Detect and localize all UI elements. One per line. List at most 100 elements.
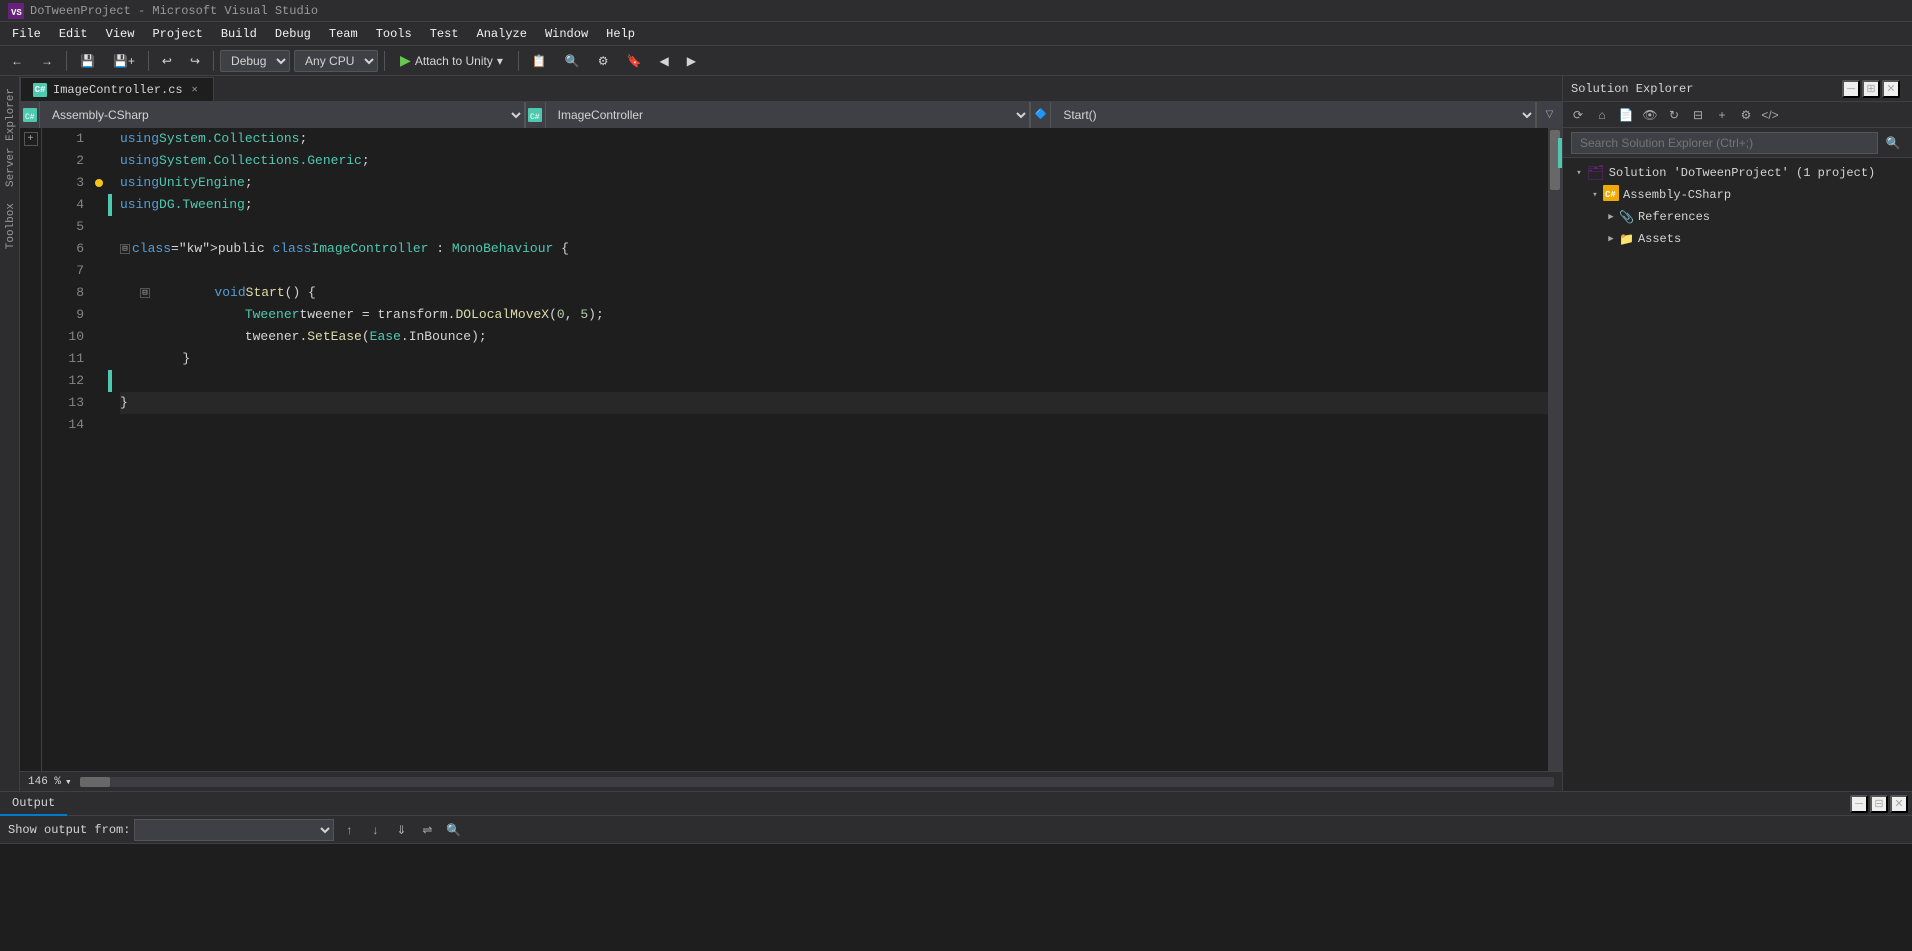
- code-line-12[interactable]: [120, 370, 1548, 392]
- menu-project[interactable]: Project: [144, 25, 210, 43]
- se-sync-button[interactable]: ⟳: [1567, 104, 1589, 126]
- expand-all-button[interactable]: +: [24, 132, 38, 146]
- forward-button[interactable]: →: [34, 51, 60, 71]
- code-line-3[interactable]: using UnityEngine;: [120, 172, 1548, 194]
- toolbox-tab[interactable]: Toolbox: [0, 195, 21, 257]
- tree-arrow-2[interactable]: ▶: [1603, 212, 1619, 222]
- toolbar-btn-9[interactable]: 🔖: [620, 51, 649, 71]
- build-config-dropdown[interactable]: Debug: [220, 50, 290, 72]
- menu-team[interactable]: Team: [321, 25, 366, 43]
- se-new-sol-explorer-button[interactable]: +: [1711, 104, 1733, 126]
- attach-dropdown-arrow: ▾: [497, 54, 503, 68]
- toolbar-btn-6[interactable]: 📋: [525, 51, 554, 71]
- code-line-9[interactable]: Tweener tweener = transform.DOLocalMoveX…: [120, 304, 1548, 326]
- nav-icon-left: C#: [20, 102, 40, 128]
- line-number-6: 6: [50, 238, 84, 260]
- tree-arrow-0[interactable]: ▾: [1571, 168, 1587, 178]
- se-pin-button[interactable]: ─: [1842, 80, 1860, 98]
- menu-edit[interactable]: Edit: [51, 25, 96, 43]
- tree-item-1[interactable]: ▾ C# Assembly-CSharp: [1563, 184, 1912, 206]
- tab-cs-icon: C#: [33, 83, 47, 97]
- code-line-4[interactable]: using DG.Tweening;: [120, 194, 1548, 216]
- menu-window[interactable]: Window: [537, 25, 596, 43]
- output-find-button[interactable]: 🔍: [442, 819, 464, 841]
- tree-arrow-3[interactable]: ▶: [1603, 234, 1619, 244]
- menu-build[interactable]: Build: [213, 25, 265, 43]
- separator-1: [66, 51, 67, 71]
- gutter-row-12: [92, 370, 112, 392]
- toolbar-btn-7[interactable]: 🔍: [558, 51, 587, 71]
- se-close-button[interactable]: ✕: [1882, 80, 1900, 98]
- code-line-11[interactable]: }: [120, 348, 1548, 370]
- method-dropdown[interactable]: Start(): [1051, 102, 1536, 128]
- output-clear-button[interactable]: ↑: [338, 819, 360, 841]
- se-show-all-button[interactable]: 👁: [1639, 104, 1661, 126]
- code-content-area[interactable]: using System.Collections;using System.Co…: [112, 128, 1548, 771]
- horizontal-scrollbar[interactable]: [80, 777, 1554, 787]
- output-scroll-end-button[interactable]: ⇓: [390, 819, 412, 841]
- separator-4: [384, 51, 385, 71]
- zoom-dropdown-arrow[interactable]: ▾: [65, 775, 72, 789]
- se-props-button[interactable]: 📄: [1615, 104, 1637, 126]
- references-icon: 📎: [1619, 210, 1634, 225]
- menu-help[interactable]: Help: [598, 25, 643, 43]
- se-settings-button[interactable]: ⚙: [1735, 104, 1757, 126]
- save-button[interactable]: 💾: [73, 51, 102, 71]
- platform-dropdown[interactable]: Any CPU: [294, 50, 378, 72]
- tab-close-button[interactable]: ✕: [189, 83, 201, 97]
- menu-analyze[interactable]: Analyze: [469, 25, 535, 43]
- se-search-button[interactable]: 🔍: [1882, 132, 1904, 154]
- output-float-button[interactable]: ⊟: [1870, 795, 1888, 813]
- code-line-6[interactable]: ⊟class="kw">public class ImageController…: [120, 238, 1548, 260]
- menu-file[interactable]: File: [4, 25, 49, 43]
- menu-view[interactable]: View: [98, 25, 143, 43]
- vertical-scrollbar[interactable]: [1548, 128, 1562, 771]
- menu-tools[interactable]: Tools: [368, 25, 420, 43]
- tree-item-2[interactable]: ▶ 📎 References: [1563, 206, 1912, 228]
- expand-nav-button[interactable]: ▽: [1536, 102, 1562, 128]
- code-line-14[interactable]: [120, 414, 1548, 436]
- output-wrap-button[interactable]: ⇌: [416, 819, 438, 841]
- server-explorer-tab[interactable]: Server Explorer: [0, 80, 21, 195]
- toolbar-btn-11[interactable]: ▶: [680, 51, 703, 71]
- code-line-10[interactable]: tweener.SetEase(Ease.InBounce);: [120, 326, 1548, 348]
- se-dock-button[interactable]: ⊞: [1862, 80, 1880, 98]
- attach-to-unity-button[interactable]: ▶ Attach to Unity ▾: [391, 49, 512, 72]
- undo-button[interactable]: ↩: [155, 51, 179, 71]
- menu-debug[interactable]: Debug: [267, 25, 319, 43]
- class-dropdown[interactable]: ImageController: [546, 102, 1031, 128]
- output-scroll-down-button[interactable]: ↓: [364, 819, 386, 841]
- code-line-8[interactable]: ⊟ void Start() {: [120, 282, 1548, 304]
- svg-text:C#: C#: [25, 113, 35, 122]
- save-all-button[interactable]: 💾+: [106, 51, 142, 71]
- se-home-button[interactable]: ⌂: [1591, 104, 1613, 126]
- se-search-input[interactable]: [1571, 132, 1878, 154]
- toolbar-btn-8[interactable]: ⚙: [591, 51, 616, 71]
- se-code-editor-button[interactable]: </>: [1759, 104, 1781, 126]
- code-line-1[interactable]: using System.Collections;: [120, 128, 1548, 150]
- code-line-7[interactable]: [120, 260, 1548, 282]
- back-button[interactable]: ←: [4, 51, 30, 71]
- line-number-14: 14: [50, 414, 84, 436]
- redo-button[interactable]: ↪: [183, 51, 207, 71]
- tree-item-0[interactable]: ▾ 🗂 Solution 'DoTweenProject' (1 project…: [1563, 162, 1912, 184]
- code-line-5[interactable]: [120, 216, 1548, 238]
- editor-area: C# ImageController.cs ✕ C# Assembly-CSha…: [20, 76, 1562, 791]
- tab-imagecontroller[interactable]: C# ImageController.cs ✕: [20, 77, 214, 101]
- output-tab[interactable]: Output: [0, 792, 67, 816]
- se-refresh-button[interactable]: ↻: [1663, 104, 1685, 126]
- se-collapse-button[interactable]: ⊟: [1687, 104, 1709, 126]
- output-close-button[interactable]: ✕: [1890, 795, 1908, 813]
- menu-test[interactable]: Test: [422, 25, 467, 43]
- collapse-box-6[interactable]: ⊟: [120, 244, 130, 254]
- collapse-box-8[interactable]: ⊟: [140, 288, 150, 298]
- tree-arrow-1[interactable]: ▾: [1587, 190, 1603, 200]
- code-line-13[interactable]: }: [120, 392, 1548, 414]
- tree-item-3[interactable]: ▶ 📁 Assets: [1563, 228, 1912, 250]
- toolbar-btn-10[interactable]: ◀: [653, 51, 676, 71]
- code-line-2[interactable]: using System.Collections.Generic;: [120, 150, 1548, 172]
- output-source-dropdown[interactable]: [134, 819, 334, 841]
- output-pin-button[interactable]: ─: [1850, 795, 1868, 813]
- h-scrollbar-thumb[interactable]: [80, 777, 110, 787]
- class-namespace-dropdown[interactable]: Assembly-CSharp: [40, 102, 525, 128]
